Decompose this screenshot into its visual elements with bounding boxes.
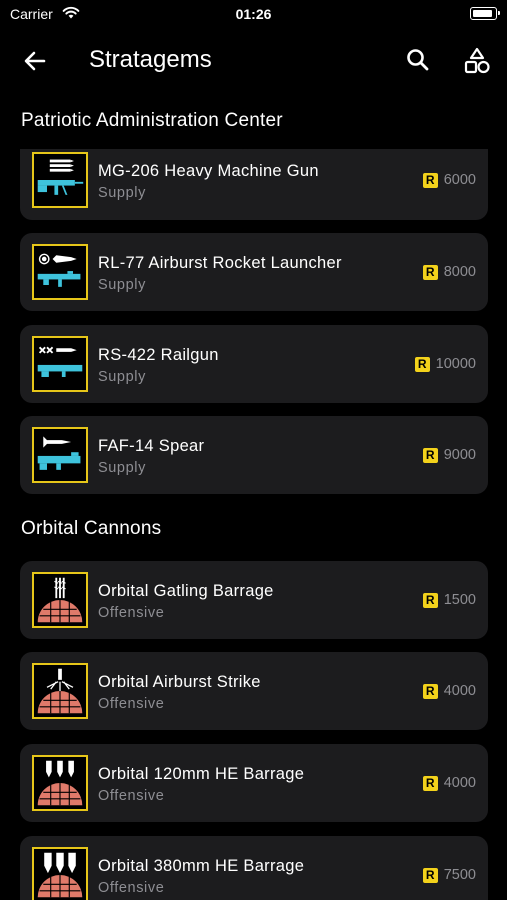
section-header-patriotic-administration-center: Patriotic Administration Center — [21, 110, 283, 131]
requisition-badge: R — [422, 447, 438, 463]
battery-icon — [470, 7, 500, 20]
requisition-badge: R — [422, 172, 438, 188]
stratagem-name: FAF-14 Spear — [98, 437, 205, 455]
navigation-bar: Stratagems — [0, 36, 507, 86]
price: R 10000 — [414, 356, 476, 372]
search-icon — [407, 49, 429, 71]
requisition-badge: R — [422, 775, 438, 791]
status-bar: Carrier 01:26 — [0, 0, 507, 30]
price: R 8000 — [422, 264, 476, 280]
stratagem-name: MG-206 Heavy Machine Gun — [98, 162, 319, 180]
orbital-120mm-icon — [32, 755, 88, 811]
price-value: 1500 — [443, 592, 476, 608]
page-title: Stratagems — [89, 46, 212, 73]
stratagem-card-faf14[interactable]: FAF-14 Spear Supply R 9000 — [20, 416, 488, 494]
stratagem-card-rl77[interactable]: RL-77 Airburst Rocket Launcher Supply R … — [20, 233, 488, 311]
stratagem-card-orbital-gatling-barrage[interactable]: Orbital Gatling Barrage Offensive R 1500 — [20, 561, 488, 639]
orbital-gatling-icon — [32, 572, 88, 628]
section-header-orbital-cannons: Orbital Cannons — [21, 518, 162, 539]
requisition-badge: R — [422, 264, 438, 280]
price: R 4000 — [422, 683, 476, 699]
orbital-airburst-icon — [32, 663, 88, 719]
stratagem-card-mg206[interactable]: MG-206 Heavy Machine Gun Supply R 6000 — [20, 149, 488, 220]
stratagem-type: Supply — [98, 460, 146, 476]
price: R 9000 — [422, 447, 476, 463]
stratagem-name: Orbital Gatling Barrage — [98, 582, 274, 600]
requisition-badge: R — [414, 356, 430, 372]
stratagem-name: Orbital 380mm HE Barrage — [98, 857, 305, 875]
price-value: 7500 — [443, 867, 476, 883]
price-value: 6000 — [443, 172, 476, 188]
price-value: 10000 — [435, 356, 476, 372]
stratagem-name: RS-422 Railgun — [98, 346, 219, 364]
stratagem-card-orbital-airburst-strike[interactable]: Orbital Airburst Strike Offensive R 4000 — [20, 652, 488, 730]
stratagem-card-rs422[interactable]: RS-422 Railgun Supply R 10000 — [20, 325, 488, 403]
price-value: 4000 — [443, 683, 476, 699]
price-value: 4000 — [443, 775, 476, 791]
stratagem-card-orbital-120mm-he-barrage[interactable]: Orbital 120mm HE Barrage Offensive R 400… — [20, 744, 488, 822]
orbital-380mm-icon — [32, 847, 88, 900]
stratagem-card-orbital-380mm-he-barrage[interactable]: Orbital 380mm HE Barrage Offensive R 750… — [20, 836, 488, 900]
price-value: 8000 — [443, 264, 476, 280]
status-time: 01:26 — [235, 6, 272, 22]
stratagem-type: Supply — [98, 277, 146, 293]
shapes-icon — [464, 47, 490, 74]
stratagem-type: Supply — [98, 185, 146, 201]
stratagem-type: Offensive — [98, 788, 165, 804]
rocket-launcher-icon — [32, 244, 88, 300]
price-value: 9000 — [443, 447, 476, 463]
requisition-badge: R — [422, 683, 438, 699]
price: R 6000 — [422, 172, 476, 188]
price: R 4000 — [422, 775, 476, 791]
stratagem-name: Orbital Airburst Strike — [98, 673, 261, 691]
railgun-icon — [32, 336, 88, 392]
stratagem-type: Offensive — [98, 880, 165, 896]
filter-shapes-button[interactable] — [462, 46, 492, 76]
price: R 7500 — [422, 867, 476, 883]
stratagem-name: Orbital 120mm HE Barrage — [98, 765, 305, 783]
stratagem-type: Offensive — [98, 605, 165, 621]
search-button[interactable] — [404, 46, 432, 74]
requisition-badge: R — [422, 867, 438, 883]
arrow-left-icon — [24, 51, 46, 71]
stratagem-name: RL-77 Airburst Rocket Launcher — [98, 254, 342, 272]
stratagem-type: Supply — [98, 369, 146, 385]
machine-gun-icon — [32, 152, 88, 208]
stratagem-type: Offensive — [98, 696, 165, 712]
spear-launcher-icon — [32, 427, 88, 483]
requisition-badge: R — [422, 592, 438, 608]
price: R 1500 — [422, 592, 476, 608]
back-button[interactable] — [20, 46, 50, 76]
